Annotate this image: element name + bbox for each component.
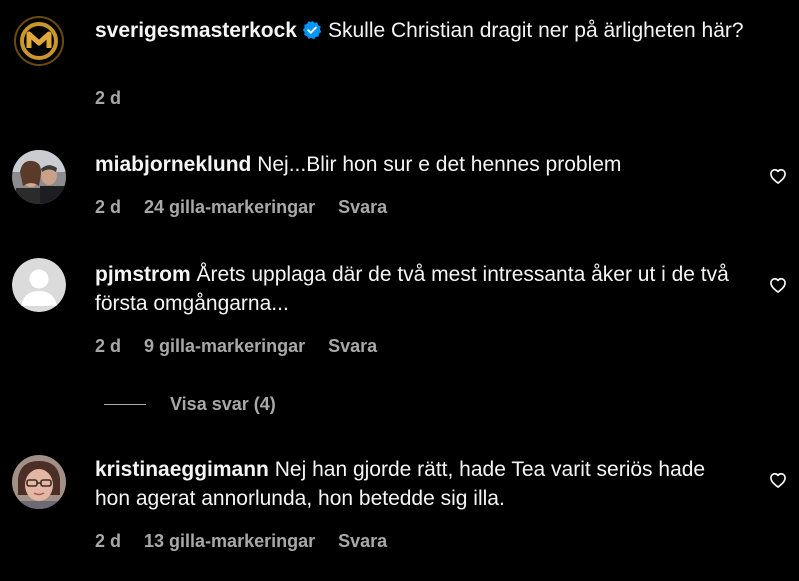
- post-time[interactable]: 2 d: [95, 88, 121, 108]
- comment-meta: 2 d 13 gilla-markeringar Svara: [95, 531, 405, 552]
- comment-body: miabjorneklund Nej...Blir hon sur e det …: [95, 150, 745, 179]
- avatar-miabjorneklund[interactable]: [12, 150, 66, 204]
- reply-button[interactable]: Svara: [338, 197, 387, 217]
- comment-likes[interactable]: 13 gilla-markeringar: [144, 531, 315, 551]
- heart-outline-icon[interactable]: [768, 470, 788, 490]
- replies-divider-line: [104, 403, 146, 405]
- avatar-pjmstrom-default[interactable]: [12, 258, 66, 312]
- reply-button[interactable]: Svara: [338, 531, 387, 551]
- comment-time[interactable]: 2 d: [95, 197, 121, 217]
- comment-text: Nej...Blir hon sur e det hennes problem: [257, 153, 622, 176]
- comment-meta: 2 d 24 gilla-markeringar Svara: [95, 197, 405, 218]
- comment-username[interactable]: pjmstrom: [95, 263, 191, 286]
- comment-username[interactable]: miabjorneklund: [95, 153, 251, 176]
- masterkock-logo-avatar[interactable]: [12, 14, 66, 68]
- post-caption-text: Skulle Christian dragit ner på ärlighete…: [327, 19, 744, 42]
- comment-time[interactable]: 2 d: [95, 531, 121, 551]
- heart-outline-icon[interactable]: [768, 275, 788, 295]
- post-meta: 2 d: [95, 88, 139, 109]
- reply-button[interactable]: Svara: [328, 336, 377, 356]
- verified-badge-icon: [302, 20, 322, 40]
- comment-likes[interactable]: 24 gilla-markeringar: [144, 197, 315, 217]
- comment-text: Årets upplaga där de två mest intressant…: [95, 263, 729, 315]
- comment-body: kristinaeggimann Nej han gjorde rätt, ha…: [95, 455, 745, 513]
- view-replies-label: Visa svar (4): [170, 393, 276, 414]
- heart-outline-icon[interactable]: [768, 166, 788, 186]
- view-replies-button[interactable]: Visa svar (4): [104, 392, 276, 416]
- comment-meta: 2 d 9 gilla-markeringar Svara: [95, 336, 395, 357]
- post-caption: sverigesmasterkock Skulle Christian drag…: [95, 16, 745, 45]
- comment-likes[interactable]: 9 gilla-markeringar: [144, 336, 305, 356]
- comment-time[interactable]: 2 d: [95, 336, 121, 356]
- comment-body: pjmstrom Årets upplaga där de två mest i…: [95, 260, 745, 318]
- avatar-kristinaeggimann[interactable]: [12, 455, 66, 509]
- comment-username[interactable]: kristinaeggimann: [95, 458, 269, 481]
- post-username[interactable]: sverigesmasterkock: [95, 19, 297, 42]
